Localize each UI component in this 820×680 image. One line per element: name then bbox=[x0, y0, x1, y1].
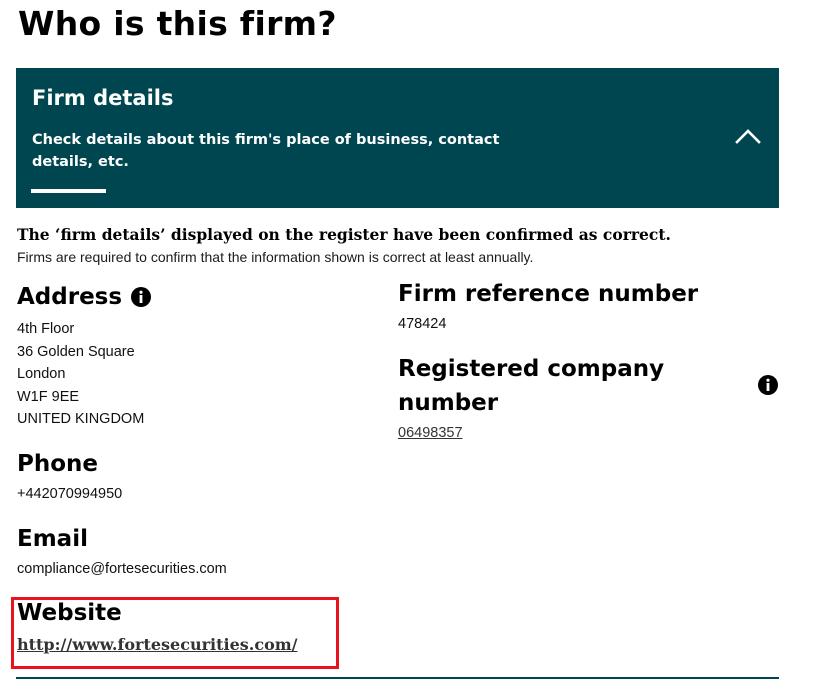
section-divider bbox=[16, 677, 779, 679]
firm-reference-label: Firm reference number bbox=[398, 281, 699, 307]
firm-details-panel[interactable]: Firm details Check details about this fi… bbox=[16, 68, 779, 208]
phone-label: Phone bbox=[17, 451, 99, 477]
email-label: Email bbox=[17, 526, 88, 552]
address-line: 36 Golden Square bbox=[17, 343, 135, 360]
confirmation-headline: The ‘firm details’ displayed on the regi… bbox=[17, 225, 671, 244]
address-value: 4th Floor 36 Golden Square London W1F 9E… bbox=[17, 318, 144, 431]
registered-company-link[interactable]: 06498357 bbox=[398, 422, 463, 445]
firm-reference-value: 478424 bbox=[398, 316, 447, 332]
info-icon[interactable] bbox=[757, 374, 779, 396]
registered-company-label-cont: number bbox=[398, 390, 499, 416]
address-line: London bbox=[17, 366, 66, 382]
website-link[interactable]: http://www.fortesecurities.com/ bbox=[17, 634, 298, 656]
panel-active-underline bbox=[31, 189, 106, 193]
address-line: 4th Floor bbox=[17, 321, 75, 337]
phone-value: +442070994950 bbox=[17, 486, 123, 502]
confirmation-subtext: Firms are required to confirm that the i… bbox=[17, 249, 534, 265]
info-icon[interactable] bbox=[130, 286, 152, 308]
address-label: Address bbox=[17, 284, 123, 310]
address-line: W1F 9EE bbox=[17, 388, 80, 405]
chevron-up-icon[interactable] bbox=[735, 128, 761, 144]
email-value: compliance@fortesecurities.com bbox=[17, 561, 227, 577]
website-label: Website bbox=[17, 600, 122, 626]
page-title: Who is this firm? bbox=[18, 4, 337, 43]
panel-title: Firm details bbox=[32, 86, 174, 110]
address-line: UNITED KINGDOM bbox=[17, 411, 145, 427]
registered-company-label: Registered company bbox=[398, 356, 665, 382]
panel-description: Check details about this firm's place of… bbox=[32, 132, 500, 170]
